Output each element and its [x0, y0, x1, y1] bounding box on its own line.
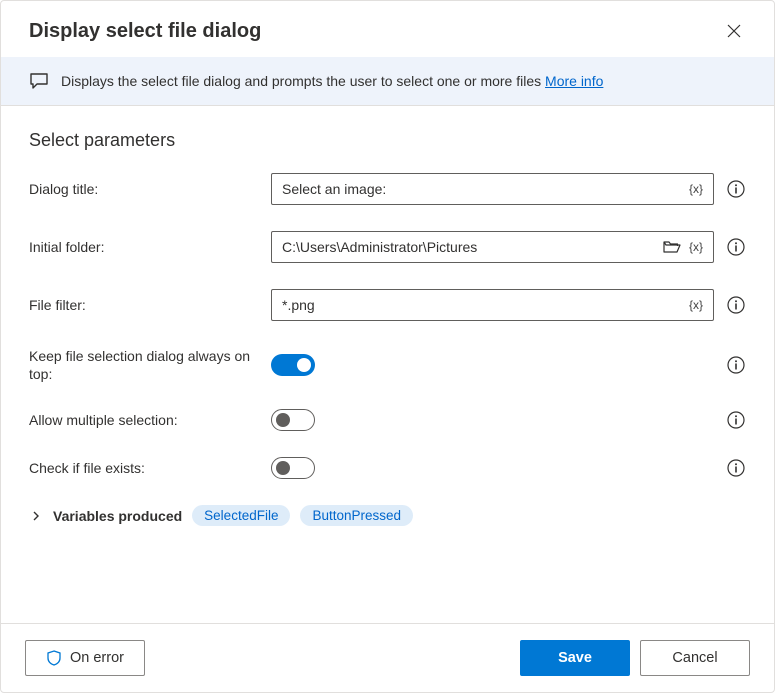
comment-icon [29, 71, 49, 91]
help-always-on-top[interactable] [726, 355, 746, 375]
label-initial-folder: Initial folder: [29, 238, 259, 256]
info-icon [727, 180, 745, 198]
label-allow-multiple: Allow multiple selection: [29, 411, 259, 429]
shield-icon [46, 650, 62, 666]
info-icon [727, 238, 745, 256]
row-dialog-title: Dialog title: {x} [29, 173, 746, 205]
input-dialog-title[interactable] [282, 181, 689, 197]
info-icon [727, 411, 745, 429]
chevron-right-icon [31, 511, 41, 521]
variable-pill-selectedfile[interactable]: SelectedFile [192, 505, 290, 526]
variables-label: Variables produced [53, 508, 182, 524]
variables-row: Variables produced SelectedFile ButtonPr… [29, 505, 746, 526]
row-always-on-top: Keep file selection dialog always on top… [29, 347, 746, 383]
variable-icon[interactable]: {x} [689, 240, 703, 254]
close-button[interactable] [722, 19, 746, 43]
variable-icon[interactable]: {x} [689, 182, 703, 196]
browse-folder-button[interactable] [663, 240, 681, 254]
input-initial-folder[interactable] [282, 239, 663, 255]
input-wrapper-initial-folder: {x} [271, 231, 714, 263]
more-info-link[interactable]: More info [545, 73, 603, 89]
banner-description: Displays the select file dialog and prom… [61, 73, 545, 89]
help-file-filter[interactable] [726, 295, 746, 315]
variables-expand[interactable] [29, 509, 43, 523]
dialog-footer: On error Save Cancel [1, 623, 774, 692]
label-check-exists: Check if file exists: [29, 459, 259, 477]
row-allow-multiple: Allow multiple selection: [29, 409, 746, 431]
info-banner: Displays the select file dialog and prom… [1, 57, 774, 106]
on-error-label: On error [70, 650, 124, 666]
dialog-content: Select parameters Dialog title: {x} Init… [1, 106, 774, 623]
toggle-check-exists[interactable] [271, 457, 315, 479]
folder-open-icon [663, 240, 681, 254]
label-always-on-top: Keep file selection dialog always on top… [29, 347, 259, 383]
info-icon [727, 356, 745, 374]
help-allow-multiple[interactable] [726, 410, 746, 430]
cancel-button[interactable]: Cancel [640, 640, 750, 676]
help-dialog-title[interactable] [726, 179, 746, 199]
save-button[interactable]: Save [520, 640, 630, 676]
cancel-label: Cancel [672, 650, 717, 666]
banner-text: Displays the select file dialog and prom… [61, 73, 746, 89]
input-file-filter[interactable] [282, 297, 689, 313]
dialog-title: Display select file dialog [29, 20, 261, 43]
info-icon [727, 296, 745, 314]
row-initial-folder: Initial folder: {x} [29, 231, 746, 263]
row-check-exists: Check if file exists: [29, 457, 746, 479]
dialog-header: Display select file dialog [1, 1, 774, 57]
close-icon [727, 24, 741, 38]
row-file-filter: File filter: {x} [29, 289, 746, 321]
dialog-root: Display select file dialog Displays the … [0, 0, 775, 693]
variable-pill-buttonpressed[interactable]: ButtonPressed [300, 505, 413, 526]
input-wrapper-file-filter: {x} [271, 289, 714, 321]
help-check-exists[interactable] [726, 458, 746, 478]
toggle-allow-multiple[interactable] [271, 409, 315, 431]
input-wrapper-dialog-title: {x} [271, 173, 714, 205]
info-icon [727, 459, 745, 477]
label-dialog-title: Dialog title: [29, 180, 259, 198]
help-initial-folder[interactable] [726, 237, 746, 257]
on-error-button[interactable]: On error [25, 640, 145, 676]
save-label: Save [558, 650, 592, 666]
toggle-always-on-top[interactable] [271, 354, 315, 376]
label-file-filter: File filter: [29, 296, 259, 314]
variable-icon[interactable]: {x} [689, 298, 703, 312]
section-title: Select parameters [29, 130, 746, 151]
